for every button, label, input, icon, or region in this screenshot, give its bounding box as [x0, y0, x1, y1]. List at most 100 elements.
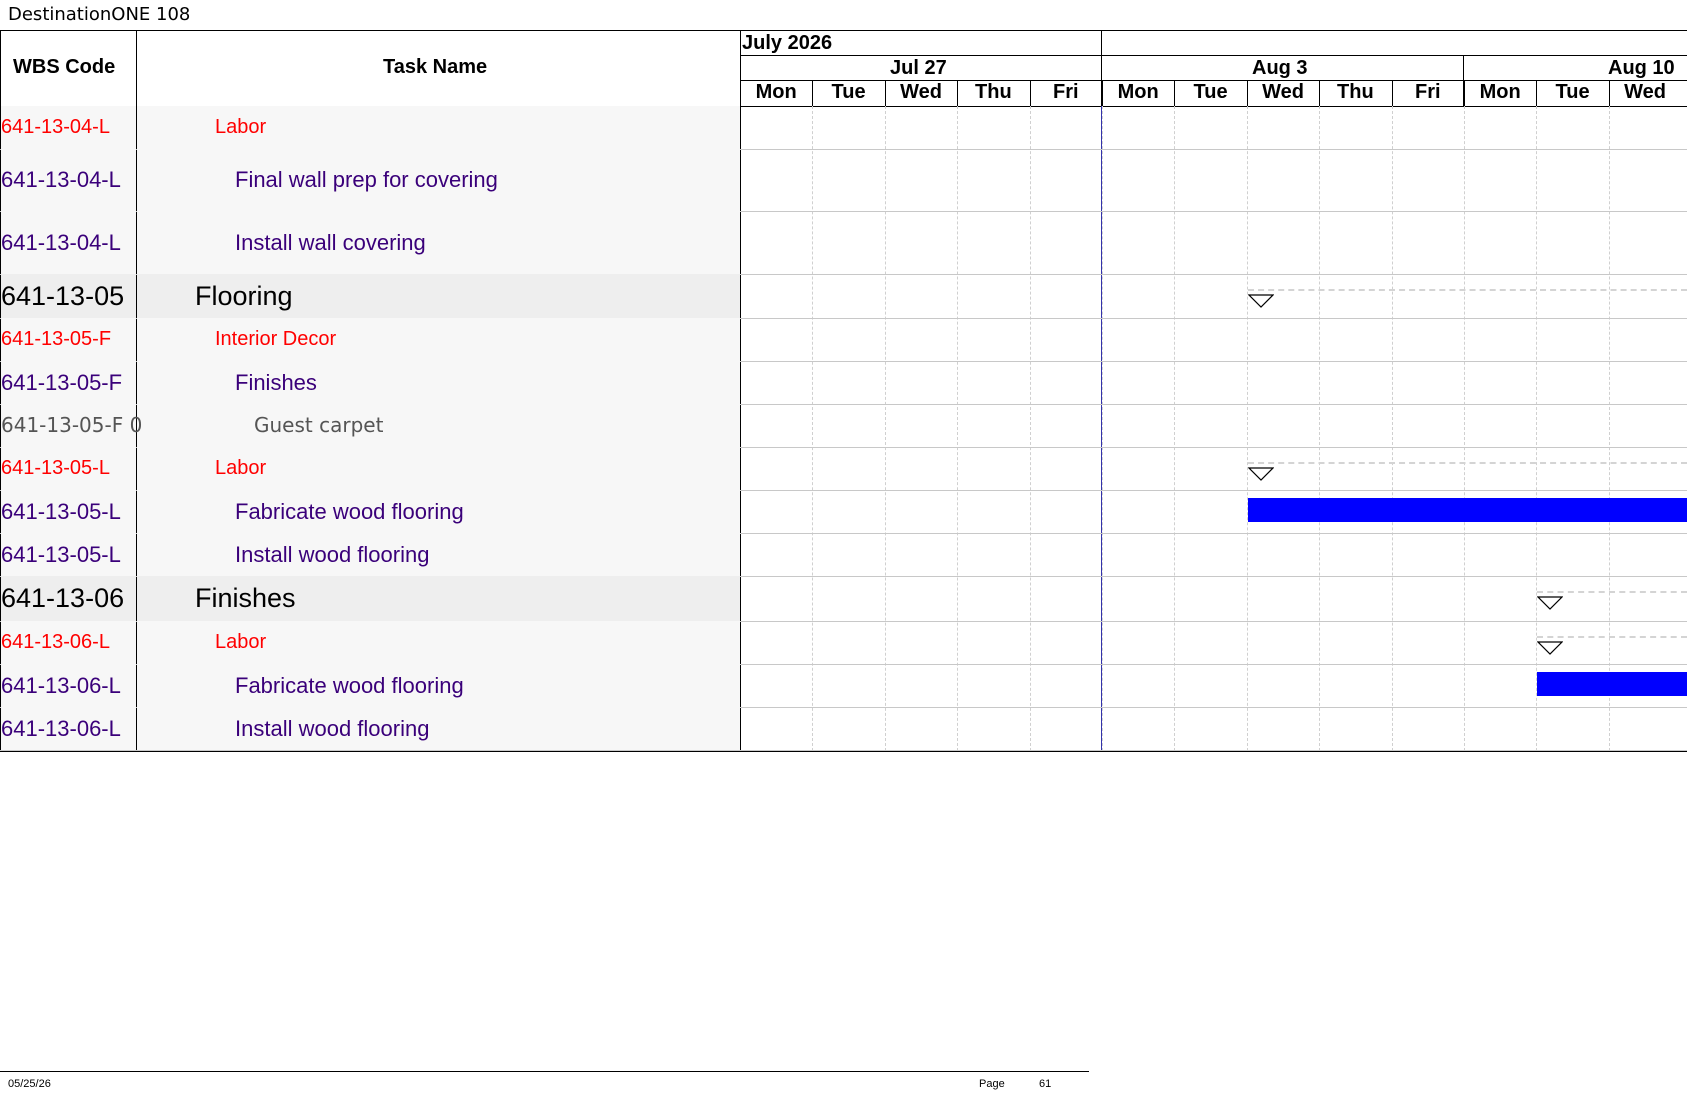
wbs-code-cell[interactable]: 641-13-05-L [1, 490, 121, 533]
header-wbs-code[interactable]: WBS Code [13, 56, 115, 79]
timescale-divider-line [1101, 106, 1102, 751]
gantt-row-divider [740, 404, 1687, 405]
summary-start-marker[interactable] [1247, 467, 1274, 481]
summary-span-line [1247, 462, 1687, 464]
day-gridline [1102, 106, 1103, 751]
gantt-row-divider [740, 664, 1687, 665]
day-header-divider [1536, 80, 1537, 106]
footer-page-number: 61 [1039, 1078, 1052, 1090]
gantt-row-divider [740, 621, 1687, 622]
gantt-row-divider [740, 447, 1687, 448]
day-gridline [1319, 106, 1320, 751]
day-gridline [812, 106, 813, 751]
gantt-row-divider [740, 490, 1687, 491]
task-name-cell[interactable]: Labor [215, 447, 266, 490]
day-gridline [957, 106, 958, 751]
summary-span-line [1247, 289, 1687, 291]
week-label-aug10: Aug 10 [1608, 57, 1675, 79]
header-task-name[interactable]: Task Name [383, 56, 487, 79]
wbs-code-cell[interactable]: 641-13-05 [1, 274, 124, 318]
gantt-row-divider [740, 361, 1687, 362]
wbs-code-cell[interactable]: 641-13-04-L [1, 149, 121, 211]
task-name-cell[interactable]: Install wood flooring [235, 533, 429, 576]
wbs-code-cell[interactable]: 641-13-06-L [1, 621, 110, 664]
summary-start-marker[interactable] [1247, 294, 1274, 308]
task-name-cell[interactable]: Guest carpet [254, 404, 383, 447]
day-header-divider [1609, 80, 1610, 106]
day-header-fri: Fri [1053, 81, 1079, 103]
task-name-cell[interactable]: Finishes [195, 576, 296, 621]
day-header-fri: Fri [1415, 81, 1441, 103]
wbs-code-cell[interactable]: 641-13-04-L [1, 211, 121, 274]
wbs-code-cell[interactable]: 641-13-04-L [1, 106, 110, 149]
row-background [137, 533, 740, 576]
day-header-wed: Wed [1624, 81, 1666, 103]
summary-span-line [1537, 636, 1687, 638]
row-background [137, 211, 740, 274]
day-header-tue: Tue [1555, 81, 1590, 103]
day-header-divider [1319, 80, 1320, 106]
task-name-cell[interactable]: Fabricate wood flooring [235, 664, 464, 707]
week-label-aug3: Aug 3 [1252, 57, 1308, 79]
day-gridline [885, 106, 886, 751]
wbs-code-cell[interactable]: 641-13-05-L [1, 447, 110, 490]
task-name-cell[interactable]: Labor [215, 106, 266, 149]
day-header-divider [885, 80, 886, 106]
day-gridline [1464, 106, 1465, 751]
week-label-jul27: Jul 27 [890, 57, 947, 79]
gantt-row-divider [740, 750, 1687, 751]
day-header-tue: Tue [1193, 81, 1228, 103]
task-name-cell[interactable]: Labor [215, 621, 266, 664]
gantt-row-divider [740, 274, 1687, 275]
wbs-code-cell[interactable]: 641-13-05-L [1, 533, 121, 576]
day-header-divider [1464, 80, 1465, 106]
day-header-wed: Wed [1262, 81, 1304, 103]
gantt-row-divider [740, 318, 1687, 319]
day-header-divider [1392, 80, 1393, 106]
day-gridline [1392, 106, 1393, 751]
summary-span-line [1537, 591, 1687, 593]
document-title: DestinationONE 108 [8, 4, 191, 25]
row-divider [0, 750, 740, 751]
gantt-row-divider [740, 211, 1687, 212]
gantt-row-divider [740, 576, 1687, 577]
day-gridline [1030, 106, 1031, 751]
footer-date: 05/25/26 [8, 1078, 51, 1090]
wbs-code-cell[interactable]: 641-13-06-L [1, 664, 121, 707]
day-header-wed: Wed [900, 81, 942, 103]
wbs-code-cell[interactable]: 641-13-05-F [1, 361, 122, 404]
gantt-row-divider [740, 707, 1687, 708]
day-gridline [1174, 106, 1175, 751]
summary-start-marker[interactable] [1537, 596, 1564, 610]
day-gridline [1609, 106, 1610, 751]
task-name-cell[interactable]: Install wall covering [235, 211, 426, 274]
day-header-divider [1102, 80, 1103, 106]
wbs-code-cell[interactable]: 641-13-06-L [1, 707, 121, 750]
day-header-divider [1247, 80, 1248, 106]
day-header-divider [1174, 80, 1175, 106]
task-bar[interactable] [1247, 498, 1687, 522]
task-name-cell[interactable]: Finishes [235, 361, 317, 404]
wbs-code-cell[interactable]: 641-13-06 [1, 576, 124, 621]
task-name-cell[interactable]: Fabricate wood flooring [235, 490, 464, 533]
gantt-row-divider [740, 149, 1687, 150]
gantt-sheet: WBS Code Task Name July 2026 Jul 27 Aug … [0, 30, 1687, 752]
row-background [137, 707, 740, 750]
task-name-cell[interactable]: Final wall prep for covering [235, 149, 498, 211]
gantt-row-divider [740, 533, 1687, 534]
task-name-cell[interactable]: Install wood flooring [235, 707, 429, 750]
day-header-divider [1030, 80, 1031, 106]
row-background [137, 404, 740, 447]
day-header-divider [812, 80, 813, 106]
day-header-mon: Mon [755, 81, 797, 103]
day-header-thu: Thu [975, 81, 1012, 103]
day-header-mon: Mon [1479, 81, 1521, 103]
month-label-july: July 2026 [742, 32, 833, 54]
task-bar[interactable] [1537, 672, 1687, 696]
task-name-cell[interactable]: Flooring [195, 274, 293, 318]
day-header-tue: Tue [831, 81, 866, 103]
wbs-code-cell[interactable]: 641-13-05-F [1, 318, 111, 361]
task-name-cell[interactable]: Interior Decor [215, 318, 336, 361]
wbs-code-cell[interactable]: 641-13-05-F 0 [1, 404, 142, 447]
summary-start-marker[interactable] [1537, 641, 1564, 655]
